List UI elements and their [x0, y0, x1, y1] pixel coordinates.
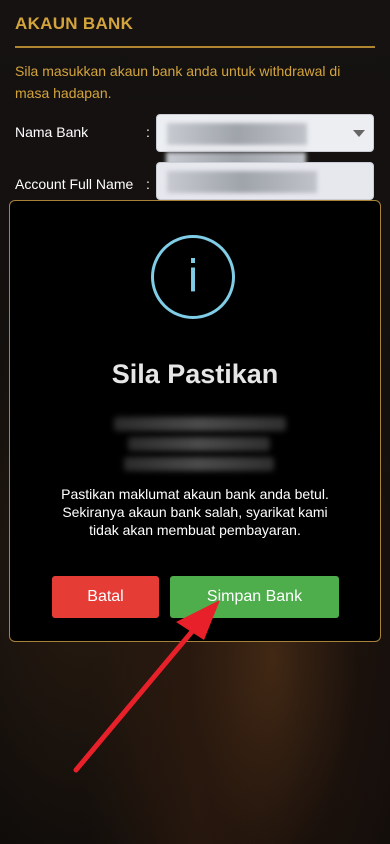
arrow-head — [176, 600, 220, 640]
arrow-shaft — [73, 619, 203, 773]
annotation-arrow-icon — [73, 600, 220, 773]
